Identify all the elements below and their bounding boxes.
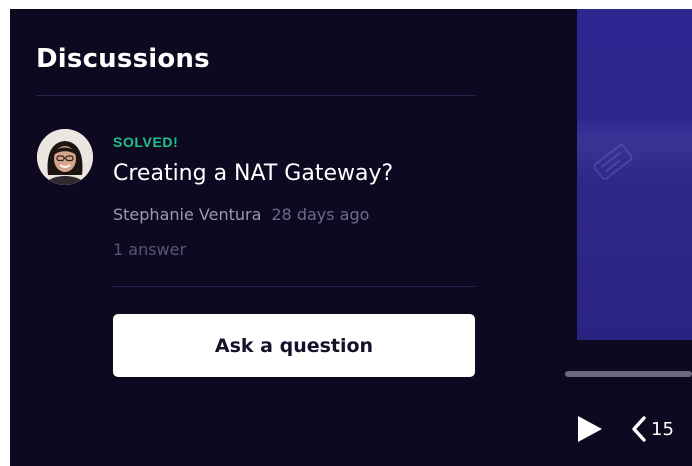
author-line: Stephanie Ventura 28 days ago bbox=[113, 205, 369, 224]
question-title-link[interactable]: Creating a NAT Gateway? bbox=[113, 161, 393, 186]
panel-title: Discussions bbox=[36, 44, 210, 74]
discussions-panel: Discussions SOLVED! Creating a NAT Gatew… bbox=[10, 9, 485, 466]
author-name-link[interactable]: Stephanie Ventura bbox=[113, 205, 261, 224]
answer-count[interactable]: 1 answer bbox=[113, 240, 186, 259]
divider bbox=[113, 286, 475, 287]
solved-badge: SOLVED! bbox=[113, 134, 179, 150]
avatar[interactable] bbox=[37, 129, 93, 185]
play-icon bbox=[578, 416, 602, 442]
video-watermark-icon bbox=[593, 144, 633, 180]
ask-question-button[interactable]: Ask a question bbox=[113, 314, 475, 377]
app-frame: Discussions SOLVED! Creating a NAT Gatew… bbox=[10, 9, 692, 466]
video-progress-bar[interactable] bbox=[565, 371, 692, 377]
rewind-seconds-label: 15 bbox=[651, 418, 674, 440]
play-button[interactable] bbox=[575, 413, 605, 445]
divider bbox=[36, 95, 475, 96]
avatar-photo-icon bbox=[37, 129, 93, 185]
rewind-button[interactable]: 15 bbox=[631, 412, 674, 446]
rewind-icon bbox=[632, 416, 646, 442]
post-age: 28 days ago bbox=[271, 205, 370, 224]
video-preview[interactable] bbox=[577, 9, 692, 340]
